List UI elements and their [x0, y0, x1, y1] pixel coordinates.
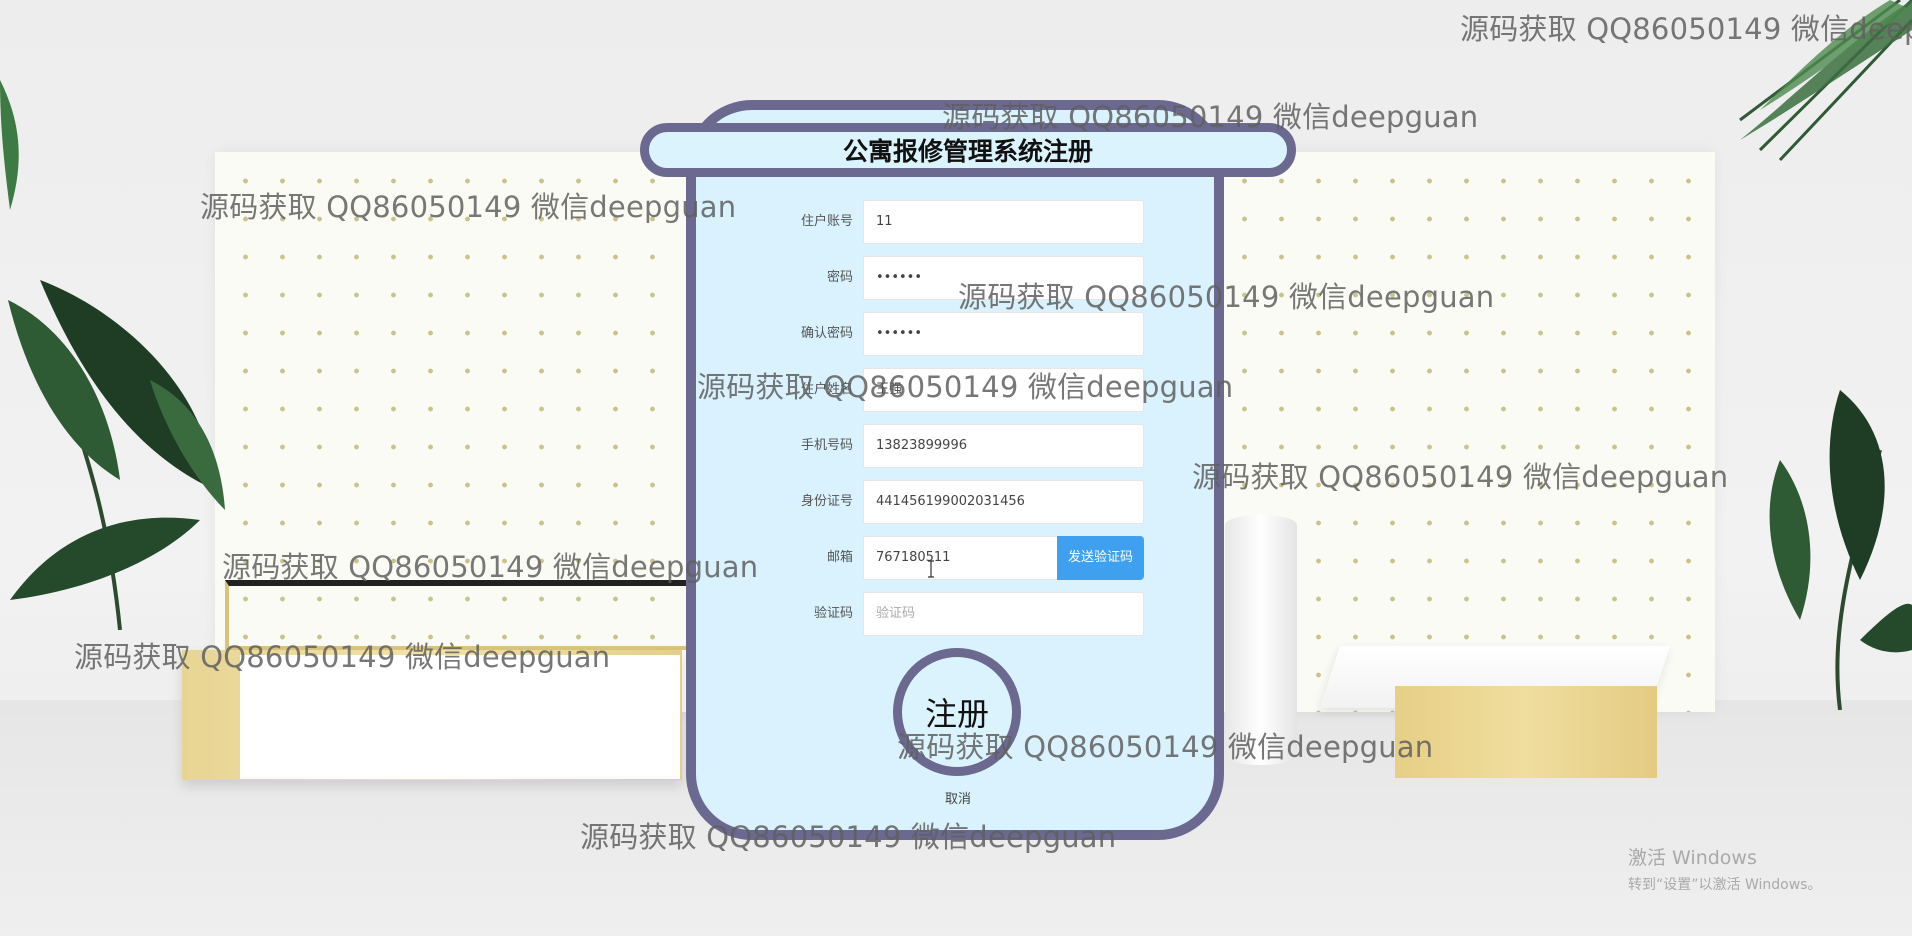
watermark: 源码获取 QQ86050149 微信deepguan: [200, 190, 737, 224]
verify-code-label: 验证码: [813, 606, 853, 621]
account-label: 住户账号: [800, 214, 853, 229]
text-cursor-icon: [928, 560, 934, 578]
watermark: 源码获取 QQ86050149 微信deepguan: [942, 100, 1479, 134]
watermark: 源码获取 QQ86050149 微信deepguan: [897, 730, 1434, 764]
windows-activation-notice: 激活 Windows 转到“设置”以激活 Windows。: [1628, 843, 1821, 894]
verify-code-input[interactable]: 验证码: [863, 592, 1144, 636]
phone-label: 手机号码: [800, 438, 853, 453]
phone-input[interactable]: 13823899996: [863, 424, 1144, 468]
page-title: 公寓报修管理系统注册: [842, 137, 1093, 166]
form-row-email: 邮箱 767180511 发送验证码: [740, 536, 1144, 580]
watermark: 源码获取 QQ86050149 微信deepguan: [697, 370, 1234, 404]
watermark: 源码获取 QQ86050149 微信deepguan: [74, 640, 611, 674]
watermark: 源码获取 QQ86050149 微信deepguan: [1460, 12, 1912, 46]
plant-right-decoration: [1769, 390, 1912, 710]
activation-subtitle: 转到“设置”以激活 Windows。: [1628, 877, 1822, 893]
register-page: 公寓报修管理系统注册 住户账号 11 密码 •••••• 确认密码 ••••••…: [0, 0, 1912, 936]
email-input[interactable]: 767180511: [863, 536, 1059, 580]
send-code-button[interactable]: 发送验证码: [1057, 536, 1144, 580]
watermark: 源码获取 QQ86050149 微信deepguan: [580, 820, 1117, 854]
palm-leaf-top-left-decoration: [0, 80, 19, 210]
cancel-link[interactable]: 取消: [935, 788, 981, 807]
confirm-password-input[interactable]: ••••••: [863, 312, 1144, 356]
password-label: 密码: [826, 270, 853, 285]
watermark: 源码获取 QQ86050149 微信deepguan: [222, 550, 759, 584]
form-row-confirm-password: 确认密码 ••••••: [740, 312, 1144, 356]
email-label: 邮箱: [826, 550, 853, 565]
watermark: 源码获取 QQ86050149 微信deepguan: [1192, 460, 1729, 494]
form-row-verify-code: 验证码 验证码: [740, 592, 1144, 636]
form-row-phone: 手机号码 13823899996: [740, 424, 1144, 468]
background-gold-block: [1395, 686, 1657, 778]
activation-title: 激活 Windows: [1628, 847, 1757, 869]
id-number-label: 身份证号: [800, 494, 853, 509]
form-row-account: 住户账号 11: [740, 200, 1144, 244]
plant-left-decoration: [8, 280, 225, 630]
account-input[interactable]: 11: [863, 200, 1144, 244]
confirm-password-label: 确认密码: [800, 326, 853, 341]
id-number-input[interactable]: 441456199002031456: [863, 480, 1144, 524]
form-row-id-number: 身份证号 441456199002031456: [740, 480, 1144, 524]
watermark: 源码获取 QQ86050149 微信deepguan: [958, 280, 1495, 314]
